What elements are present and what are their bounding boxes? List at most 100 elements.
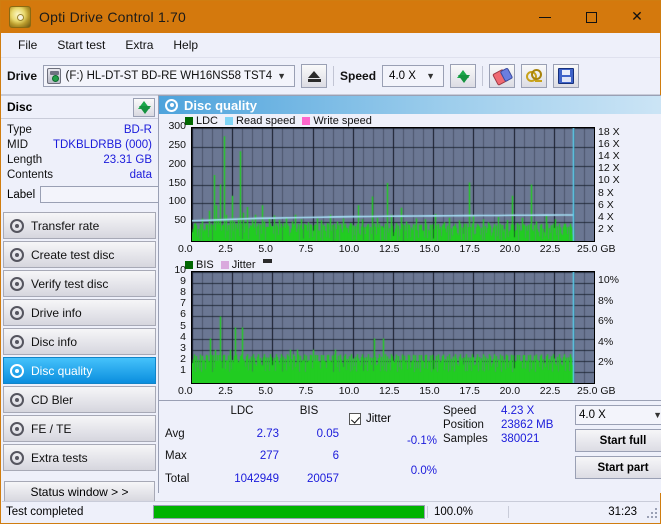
disc-panel-header: Disc <box>1 95 158 119</box>
start-full-button[interactable]: Start full <box>575 429 661 452</box>
sidebar-item-fe-te[interactable]: FE / TE <box>3 415 156 442</box>
sidebar-item-label: Disc quality <box>31 363 93 378</box>
erase-button[interactable] <box>489 64 516 88</box>
sidebar-item-extra-tests[interactable]: Extra tests <box>3 444 156 471</box>
speed-label: Speed <box>340 69 377 83</box>
legend-item-bis: BIS <box>185 259 214 271</box>
sidebar-item-label: FE / TE <box>31 421 72 436</box>
y-axis-tick: 8 <box>180 286 186 299</box>
status-window-button[interactable]: Status window > > <box>4 481 155 503</box>
x-axis-tick: 2.5 <box>218 385 233 397</box>
disc-info-panel: Type BD-R MID TDKBLDRBB (000) Length 23.… <box>1 119 246 208</box>
disc-icon <box>10 392 24 407</box>
maximize-button[interactable] <box>568 1 614 33</box>
x-axis-tick: 15.0 <box>419 243 440 255</box>
chevron-down-icon: ▼ <box>653 410 661 420</box>
jitter-marker-icon <box>262 259 272 263</box>
sidebar-item-disc-info[interactable]: Disc info <box>3 328 156 355</box>
stats-row-total-label: Total <box>165 472 190 485</box>
speed-info-label: Speed <box>443 405 477 417</box>
stats-row-max-label: Max <box>165 450 187 462</box>
y2-axis-tick: 6 X <box>598 198 614 211</box>
disc-quality-icon <box>165 98 178 112</box>
x-axis-tick: 22.5 <box>539 243 561 255</box>
x-axis-tick: 10.0 <box>338 385 360 397</box>
close-button[interactable]: ✕ <box>614 1 660 33</box>
stats-row-avg-label: Avg <box>165 427 185 440</box>
sidebar-item-label: Drive info <box>31 305 82 320</box>
sidebar-item-label: Create test disc <box>31 247 115 262</box>
y-axis-tick: 10 <box>174 264 186 276</box>
y-axis-tick: 100 <box>168 195 186 208</box>
disc-panel-title: Disc <box>7 100 33 114</box>
jitter-checkbox[interactable] <box>349 413 361 425</box>
disc-contents-label: Contents <box>7 168 54 181</box>
y-axis-tick: 2 <box>180 352 186 365</box>
stats-corner <box>165 405 205 426</box>
toolbar-divider-1 <box>333 66 335 86</box>
y-axis-tick: 9 <box>180 275 186 288</box>
bottom-chart: BIS Jitter 1 2 3 4 5 6 7 8 9 10 2% 4% 6% 8% 10% 0.0 2.5 5… <box>159 258 661 400</box>
resize-grip[interactable] <box>645 506 657 518</box>
drive-label: Drive <box>7 69 38 83</box>
eject-button[interactable] <box>301 64 328 88</box>
jitter-avg-value: -0.1% <box>406 435 437 447</box>
disc-icon <box>10 363 24 378</box>
x-axis-tick: 15.0 <box>419 385 440 397</box>
progress-percent: 100.0% <box>427 506 508 518</box>
menu-file[interactable]: File <box>9 35 46 55</box>
y2-axis-tick: 16 X <box>598 138 620 151</box>
window-controls: ✕ <box>522 1 660 33</box>
top-chart: LDC Read speed Write speed 50 100 150 200 25… <box>159 114 661 258</box>
minimize-button[interactable] <box>522 1 568 33</box>
disc-icon <box>10 421 24 436</box>
y2-axis-tick: 8 X <box>598 186 614 199</box>
keys-button[interactable] <box>521 64 548 88</box>
disc-icon <box>10 305 24 320</box>
sidebar-item-label: Transfer rate <box>31 218 100 233</box>
disc-row-length: Length 23.31 GB <box>7 152 152 167</box>
status-bar: Test completed 100.0% 31:23 <box>2 501 659 522</box>
menu-start-test[interactable]: Start test <box>48 35 114 55</box>
save-button[interactable] <box>553 64 580 88</box>
top-chart-plot-area[interactable]: 50 100 150 200 250 300 2 X4 X6 X8 X 10 X 12 X 14 … <box>159 120 661 258</box>
stats-header-ldc: LDC <box>230 405 254 417</box>
x-axis-tick: 7.5 <box>298 385 314 397</box>
sidebar-item-transfer-rate[interactable]: Transfer rate <box>3 212 156 239</box>
menu-help[interactable]: Help <box>164 35 207 55</box>
y2-axis-tick: 14 X <box>598 150 620 163</box>
drive-icon <box>47 68 61 84</box>
start-part-button[interactable]: Start part <box>575 456 661 479</box>
sidebar-item-drive-info[interactable]: Drive info <box>3 299 156 326</box>
sidebar-item-cd-bler[interactable]: CD Bler <box>3 386 156 413</box>
menu-extra[interactable]: Extra <box>116 35 162 55</box>
y-axis-tick: 3 <box>180 341 186 354</box>
speed-select[interactable]: 4.0 X ▼ <box>382 65 445 87</box>
stats-max-ldc: 277 <box>259 450 279 462</box>
x-axis-tick: 5.0 <box>258 385 273 397</box>
disc-refresh-button[interactable] <box>133 97 155 117</box>
bottom-chart-legend: BIS Jitter <box>159 258 661 271</box>
x-axis-tick: 12.5 <box>379 385 400 397</box>
x-axis-tick: 25.0 GB <box>577 243 616 255</box>
disc-icon <box>10 450 24 465</box>
test-speed-select[interactable]: 4.0 X ▼ <box>575 405 661 425</box>
x-axis-tick: 17.5 <box>459 385 480 397</box>
sidebar-item-verify-test-disc[interactable]: Verify test disc <box>3 270 156 297</box>
stats-avg-bis: 0.05 <box>316 427 339 440</box>
sidebar-item-disc-quality[interactable]: Disc quality <box>3 357 156 384</box>
stats-table: LDC BIS Avg 2.73 0.05 Max 277 6 Total 10… <box>165 405 339 493</box>
chevron-down-icon: ▼ <box>426 71 436 81</box>
bottom-chart-plot-area[interactable]: 1 2 3 4 5 6 7 8 9 10 2% 4% 6% 8% 10% 0.0 2.5 5.0 7.5 10.0 12… <box>159 264 661 400</box>
drive-select[interactable]: (F:) HL-DT-ST BD-RE WH16NS58 TST4 ▼ <box>43 65 296 87</box>
y2-axis-tick: 2 X <box>598 222 614 235</box>
disc-row-contents: Contents data <box>7 167 152 182</box>
jitter-max-value: 0.0% <box>410 465 437 477</box>
refresh-button[interactable] <box>450 64 477 88</box>
sidebar-item-create-test-disc[interactable]: Create test disc <box>3 241 156 268</box>
disc-icon <box>10 276 24 291</box>
sidebar-item-label: Extra tests <box>31 450 88 465</box>
disc-icon <box>10 247 24 262</box>
speed-select-value: 4.0 X <box>389 70 416 82</box>
title-bar: Opti Drive Control 1.70 ✕ <box>1 1 660 33</box>
